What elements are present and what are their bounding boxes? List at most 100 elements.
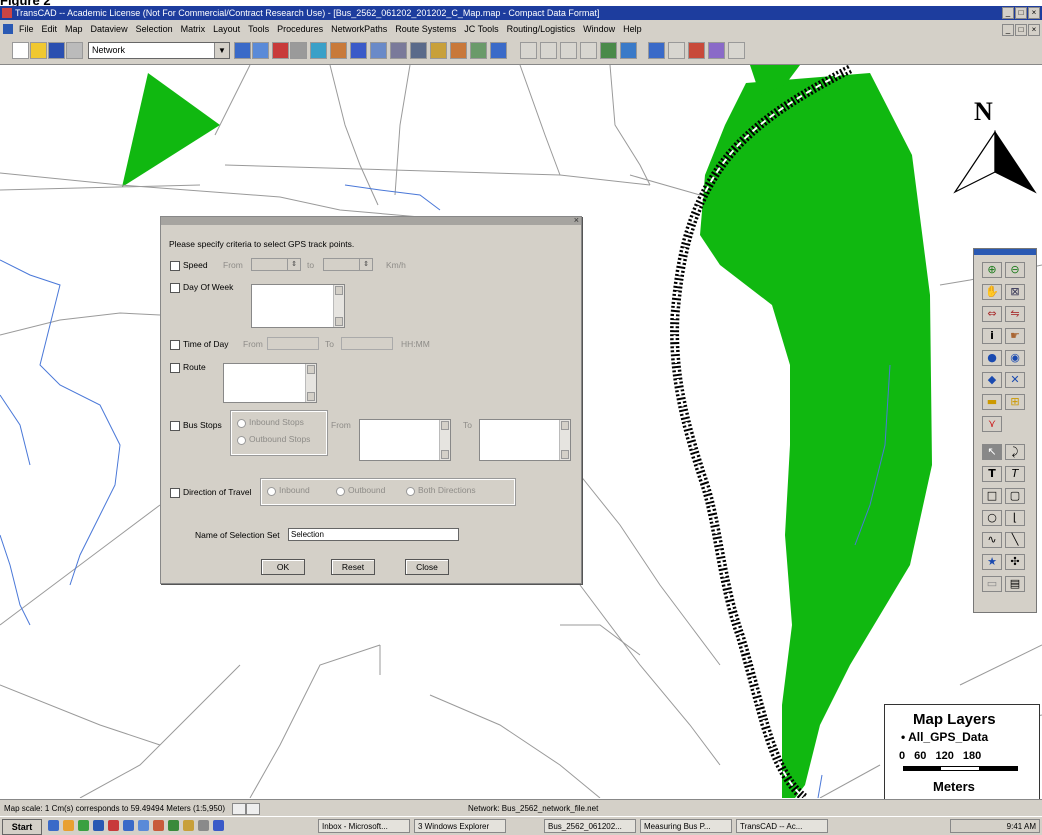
menu-item-selection[interactable]: Selection	[132, 20, 177, 38]
menu-item-procedures[interactable]: Procedures	[273, 20, 327, 38]
spin-arrows-icon[interactable]: ⇕	[359, 259, 372, 270]
pencil-icon[interactable]	[450, 42, 467, 59]
analysis-icon[interactable]	[708, 42, 725, 59]
selection-set-input[interactable]: Selection	[288, 528, 459, 541]
menu-item-help[interactable]: Help	[619, 20, 646, 38]
start-button[interactable]: Start	[2, 819, 42, 835]
quick-launch-icon[interactable]	[48, 820, 59, 831]
time-from-field[interactable]	[267, 337, 319, 350]
pointer-icon[interactable]: ↖	[982, 444, 1002, 460]
select-circle-icon[interactable]: ◉	[1005, 350, 1025, 366]
table-icon[interactable]	[410, 42, 427, 59]
arc-icon[interactable]: ╲	[1005, 532, 1025, 548]
globe-icon[interactable]	[470, 42, 487, 59]
menu-item-edit[interactable]: Edit	[38, 20, 62, 38]
quick-launch-icon[interactable]	[183, 820, 194, 831]
inbound-radio[interactable]	[267, 487, 276, 496]
window-icon[interactable]	[490, 42, 507, 59]
spin-arrows-icon[interactable]: ⇕	[287, 259, 300, 270]
stops-from-list[interactable]	[359, 419, 451, 461]
freehand-icon[interactable]: ∿	[982, 532, 1002, 548]
blank-tool-icon[interactable]	[668, 42, 685, 59]
document-icon[interactable]	[3, 24, 13, 34]
taskbar-item[interactable]: Inbox - Microsoft...	[318, 819, 410, 833]
quick-launch-icon[interactable]	[213, 820, 224, 831]
quick-launch-icon[interactable]	[138, 820, 149, 831]
menu-item-routing-logistics[interactable]: Routing/Logistics	[503, 20, 580, 38]
quick-launch-icon[interactable]	[93, 820, 104, 831]
time-of-day-checkbox[interactable]	[170, 340, 180, 350]
rectangle-icon[interactable]: □	[982, 488, 1002, 504]
save-icon[interactable]	[48, 42, 65, 59]
speed-to-stepper[interactable]: ⇕	[323, 258, 373, 271]
ruler-icon[interactable]: ⇔	[982, 306, 1002, 322]
label-tool-icon[interactable]: ⊞	[1005, 394, 1025, 410]
theme-icon[interactable]	[272, 42, 289, 59]
speed-checkbox[interactable]	[170, 261, 180, 271]
dataview-icon[interactable]	[390, 42, 407, 59]
time-to-field[interactable]	[341, 337, 393, 350]
both-directions-radio[interactable]	[406, 487, 415, 496]
minimize-icon[interactable]: _	[1002, 7, 1014, 19]
disabled-tool-icon[interactable]: ▭	[982, 576, 1002, 592]
north-arrow-tool-icon[interactable]: ✣	[1005, 554, 1025, 570]
close-button[interactable]: Close	[405, 559, 449, 575]
quick-launch-icon[interactable]	[108, 820, 119, 831]
day-of-week-checkbox[interactable]	[170, 283, 180, 293]
disabled-tool-2-icon[interactable]	[540, 42, 557, 59]
gray-tool-icon[interactable]	[290, 42, 307, 59]
chart-bars-icon[interactable]	[688, 42, 705, 59]
scrollbar[interactable]	[333, 285, 344, 327]
measure-icon[interactable]: ⇋	[1005, 306, 1025, 322]
quick-launch-icon[interactable]	[153, 820, 164, 831]
path-icon[interactable]	[330, 42, 347, 59]
menu-item-matrix[interactable]: Matrix	[177, 20, 210, 38]
routing-icon[interactable]	[350, 42, 367, 59]
select-polygon-icon[interactable]: ◆	[982, 372, 1002, 388]
network-icon[interactable]	[310, 42, 327, 59]
inbound-stops-radio[interactable]	[237, 419, 246, 428]
zoom-scale-icon[interactable]: ⊠	[1005, 284, 1025, 300]
ellipse-icon[interactable]: ○	[982, 510, 1002, 526]
doc-close-icon[interactable]: ×	[1028, 24, 1040, 36]
ok-button[interactable]: OK	[261, 559, 305, 575]
disabled-tool-icon[interactable]	[520, 42, 537, 59]
doc-minimize-icon[interactable]: _	[1002, 24, 1014, 36]
speed-from-stepper[interactable]: ⇕	[251, 258, 301, 271]
layer-manager-icon[interactable]	[234, 42, 251, 59]
polyline-icon[interactable]: ⌊	[1005, 510, 1025, 526]
taskbar-item[interactable]: Measuring Bus P...	[640, 819, 732, 833]
legend-tool-icon[interactable]: ▤	[1005, 576, 1025, 592]
layer-select[interactable]: Network ▼	[88, 42, 230, 59]
scrollbar[interactable]	[305, 364, 316, 402]
new-file-icon[interactable]	[12, 42, 29, 59]
edit-line-icon[interactable]: ⤸	[1005, 444, 1025, 460]
taskbar-item[interactable]: Bus_2562_061202...	[544, 819, 636, 833]
reset-button[interactable]: Reset	[331, 559, 375, 575]
print-icon[interactable]	[66, 42, 83, 59]
disabled-tool-4-icon[interactable]	[580, 42, 597, 59]
dialog-close-icon[interactable]: ×	[574, 215, 579, 225]
map-icon[interactable]	[252, 42, 269, 59]
maximize-icon[interactable]: □	[1015, 7, 1027, 19]
menu-item-dataview[interactable]: Dataview	[87, 20, 132, 38]
menu-item-layout[interactable]: Layout	[209, 20, 244, 38]
matrix-icon[interactable]	[370, 42, 387, 59]
label-icon[interactable]: ▬	[982, 394, 1002, 410]
stops-to-list[interactable]	[479, 419, 571, 461]
scrollbar[interactable]	[559, 420, 570, 460]
quick-launch-icon[interactable]	[168, 820, 179, 831]
chart-icon[interactable]	[600, 42, 617, 59]
layout-icon[interactable]	[430, 42, 447, 59]
menu-item-networkpaths[interactable]: NetworkPaths	[327, 20, 391, 38]
star-icon[interactable]: ★	[982, 554, 1002, 570]
split-icon[interactable]: ⋎	[982, 416, 1002, 432]
grid-icon[interactable]	[620, 42, 637, 59]
quick-launch-icon[interactable]	[63, 820, 74, 831]
info-icon[interactable]: i	[982, 328, 1002, 344]
text-italic-icon[interactable]: T	[1005, 466, 1025, 482]
select-shape-icon[interactable]: ✕	[1005, 372, 1025, 388]
close-icon[interactable]: ×	[1028, 7, 1040, 19]
day-of-week-list[interactable]	[251, 284, 345, 328]
zoom-out-icon[interactable]: ⊖	[1005, 262, 1025, 278]
